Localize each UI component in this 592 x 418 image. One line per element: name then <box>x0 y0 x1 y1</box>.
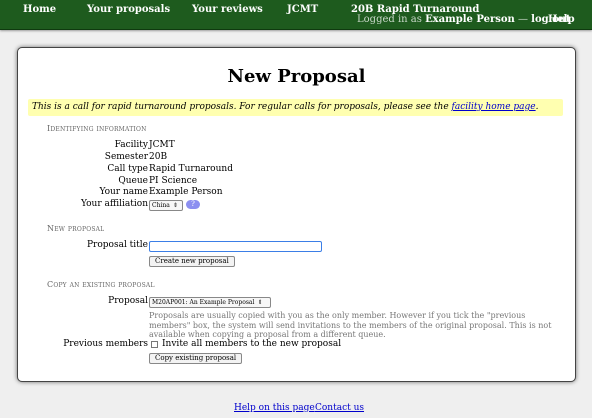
call-type-label: Call type <box>107 164 148 174</box>
affiliation-selected-value: China <box>152 202 170 209</box>
facility-value: JCMT <box>149 140 175 150</box>
notice-text: This is a call for rapid turnaround prop… <box>32 102 449 112</box>
new-proposal-heading: New proposal <box>47 224 105 233</box>
proposal-title-label: Proposal title <box>87 240 148 250</box>
facility-label: Facility <box>114 140 148 150</box>
semester-value: 20B <box>149 152 168 162</box>
nav-jcmt-link[interactable]: JCMT <box>287 4 318 15</box>
your-affiliation-label: Your affiliation <box>80 199 148 209</box>
semester-label: Semester <box>104 152 148 162</box>
copy-existing-proposal-heading: Copy an existing proposal <box>47 280 155 289</box>
invite-members-label: Invite all members to the new proposal <box>162 339 342 349</box>
queue-label: Queue <box>118 176 148 186</box>
copy-existing-proposal-button[interactable]: Copy existing proposal <box>149 353 243 364</box>
call-type-value: Rapid Turnaround <box>149 164 233 174</box>
nav-home-link[interactable]: Home <box>23 4 56 15</box>
queue-value: PI Science <box>149 176 198 186</box>
logged-in-user-name: Example Person <box>425 14 515 25</box>
page-title: New Proposal <box>227 66 366 87</box>
logged-in-prefix: Logged in as <box>357 14 422 25</box>
existing-proposal-select[interactable]: M20AP001: An Example Proposal ⇕ <box>149 297 271 308</box>
select-arrows-icon: ⇕ <box>172 202 178 209</box>
select-arrows-icon: ⇕ <box>257 299 263 306</box>
login-status: Logged in as Example Person — log out <box>357 14 571 25</box>
proposal-label: Proposal <box>108 296 148 306</box>
existing-proposal-selected-value: M20AP001: An Example Proposal <box>152 299 255 306</box>
affiliation-help-button[interactable]: ? <box>186 200 200 209</box>
top-navigation-bar: Home Your proposals Your reviews JCMT 20… <box>0 0 592 30</box>
proposal-title-input[interactable] <box>149 241 322 252</box>
help-on-this-page-link[interactable]: Help on this page <box>234 403 315 413</box>
main-panel: New Proposal This is a call for rapid tu… <box>17 47 576 382</box>
notice-end: . <box>535 102 539 112</box>
nav-help-link[interactable]: Help <box>548 14 575 25</box>
your-name-label: Your name <box>99 187 148 197</box>
nav-your-proposals-link[interactable]: Your proposals <box>87 4 170 15</box>
invite-members-checkbox[interactable] <box>151 341 158 348</box>
copy-proposal-note: Proposals are usually copied with you as… <box>149 311 552 339</box>
nav-your-reviews-link[interactable]: Your reviews <box>192 4 263 15</box>
rapid-turnaround-notice: This is a call for rapid turnaround prop… <box>28 99 563 116</box>
your-name-value: Example Person <box>149 187 223 197</box>
affiliation-select[interactable]: China ⇕ <box>149 200 183 211</box>
create-new-proposal-button[interactable]: Create new proposal <box>149 256 235 267</box>
contact-us-link[interactable]: Contact us <box>315 403 364 413</box>
facility-home-page-link[interactable]: facility home page <box>452 102 536 112</box>
previous-members-label: Previous members <box>63 339 148 349</box>
login-separator: — <box>517 14 528 25</box>
identifying-information-heading: Identifying information <box>47 124 147 133</box>
